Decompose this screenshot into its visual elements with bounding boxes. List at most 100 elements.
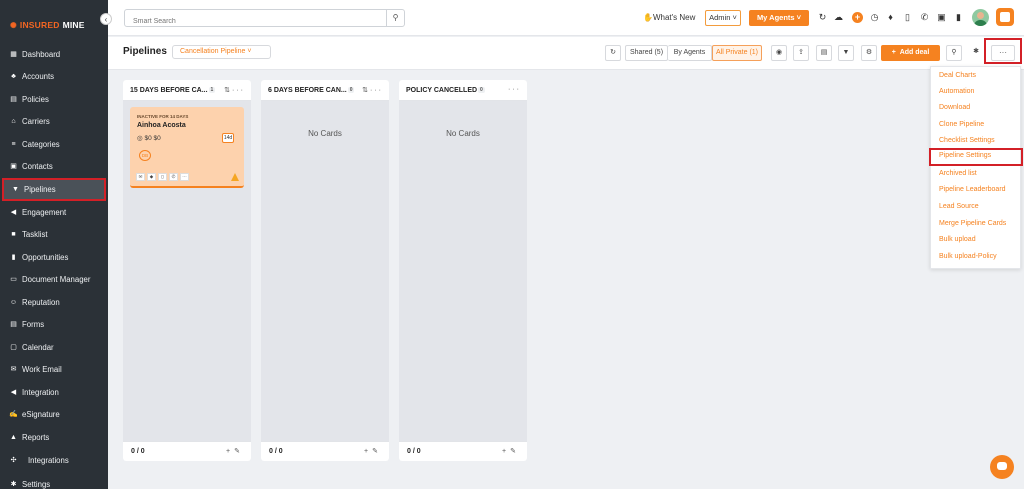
menu-item-clone-pipeline[interactable]: Clone Pipeline [931,117,1022,133]
more-icon[interactable]: ··· [370,87,383,94]
sidebar-item-opportunities[interactable]: ▮ Opportunities [0,247,108,267]
brand-logo[interactable]: ✺ INSURED MINE [10,20,85,30]
sidebar-item-reports[interactable]: ▲ Reports [0,427,108,447]
chip-icon[interactable]: ▣ [936,12,947,23]
sidebar-item-esignature[interactable]: ✍ eSignature [0,404,108,424]
sidebar-item-integration[interactable]: ◀ Integration [0,382,108,402]
column-actions[interactable]: ··· [508,86,521,93]
whats-new-link[interactable]: ✋What's New [643,13,695,22]
chat-icon[interactable] [990,455,1014,479]
my-agents-dropdown[interactable]: My Agents ˅ [749,10,809,26]
empty-column-text: No Cards [308,129,342,138]
search-icon[interactable]: ⚲ [946,45,962,61]
exit-icon[interactable]: ▯ [902,12,913,23]
location-icon[interactable]: ◆ [147,173,156,181]
sidebar-item-engagement[interactable]: ◀ Engagement [0,202,108,222]
sidebar-item-label: Tasklist [22,229,48,239]
menu-item-pipeline-settings[interactable]: Pipeline Settings [929,148,1023,166]
filter-icon[interactable]: ▼ [838,45,854,61]
sidebar-item-label: Forms [22,319,45,329]
edit-icon[interactable]: ✎ [372,448,382,455]
sidebar-item-work-email[interactable]: ✉ Work Email [0,359,108,379]
sidebar-item-carriers[interactable]: ⌂ Carriers [0,111,108,131]
column-title-text: 15 DAYS BEFORE CA... [130,87,208,94]
sidebar-item-reputation[interactable]: ☺ Reputation [0,292,108,312]
view-settings-icon[interactable]: ⚙ [861,45,877,61]
admin-dropdown[interactable]: Admin ˅ [705,10,741,26]
sidebar-item-categories[interactable]: ≡ Categories [0,134,108,154]
menu-item-download[interactable]: Download [931,100,1022,116]
sidebar-item-forms[interactable]: ▤ Forms [0,314,108,334]
sidebar-item-dashboard[interactable]: ▦ Dashboard [0,44,108,64]
sidebar-item-accounts[interactable]: ♣ Accounts [0,66,108,86]
more-icon[interactable]: ··· [508,86,521,93]
search-input[interactable] [125,13,385,30]
sidebar-item-integrations[interactable]: ✣ Integrations [0,450,108,470]
menu-item-pipeline-leaderboard[interactable]: Pipeline Leaderboard [931,182,1022,198]
more-icon[interactable]: ··· [180,173,189,181]
add-icon[interactable]: + [852,12,863,23]
deal-name[interactable]: Ainhoa Acosta [137,122,186,129]
menu-item-automation[interactable]: Automation [931,84,1022,100]
sidebar-item-label: Document Manager [22,274,91,284]
phone-icon[interactable]: ✆ [169,173,178,181]
sidebar-item-label: Dashboard [22,49,61,59]
app-launcher-icon[interactable] [996,8,1014,26]
avatar[interactable] [972,9,989,26]
phone-icon[interactable]: ✆ [919,12,930,23]
edit-icon[interactable]: ✎ [510,448,520,455]
owner-initials[interactable]: DB [139,150,151,161]
contacts-icon: ▣ [10,163,17,170]
sort-icon[interactable]: ⇅ [362,87,370,94]
deal-card[interactable]: INACTIVE FOR 14 DAYS Ainhoa Acosta ◎ $0 … [130,107,244,188]
by-agents-filter[interactable]: By Agents [668,45,712,61]
gear-icon[interactable]: ✱ [968,45,984,61]
sidebar-item-pipelines[interactable]: ▼ Pipelines [2,178,106,201]
trash-icon[interactable]: ▮ [953,12,964,23]
collapse-sidebar-button[interactable]: ‹ [100,13,112,25]
add-card-icon[interactable]: + [226,448,234,455]
sidebar-item-policies[interactable]: ▤ Policies [0,89,108,109]
print-icon[interactable]: ▤ [816,45,832,61]
menu-item-bulk-upload-policy[interactable]: Bulk upload-Policy [931,249,1022,265]
column-actions[interactable]: ⇅··· [224,86,245,94]
pipeline-column: 6 DAYS BEFORE CAN... 0 ⇅··· No Cards 0 / … [261,80,389,461]
note-icon[interactable]: ▯ [158,173,167,181]
sidebar-item-document-manager[interactable]: ▭ Document Manager [0,269,108,289]
sidebar-item-label: Reputation [22,297,60,307]
eye-icon[interactable]: ◉ [771,45,787,61]
edit-icon[interactable]: ✎ [234,448,244,455]
bell-icon[interactable]: ♦ [885,12,896,23]
cloud-icon[interactable]: ☁ [833,12,844,23]
menu-item-bulk-upload[interactable]: Bulk upload [931,232,1022,248]
menu-item-checklist-settings[interactable]: Checklist Settings [931,133,1022,149]
all-private-filter[interactable]: All Private (1) [712,45,762,61]
refresh-icon[interactable]: ↻ [817,12,828,23]
menu-item-deal-charts[interactable]: Deal Charts [931,68,1022,84]
add-card-icon[interactable]: + [502,448,510,455]
more-icon[interactable]: ··· [232,87,245,94]
column-footer-actions: +✎ [502,447,520,455]
whats-new-label: What's New [652,13,696,22]
pipeline-select[interactable]: Cancellation Pipeline ˅ [172,45,271,59]
sidebar-item-tasklist[interactable]: ■ Tasklist [0,224,108,244]
export-icon[interactable]: ⇪ [793,45,809,61]
clock-icon[interactable]: ◷ [869,12,880,23]
sort-icon[interactable]: ⇅ [224,87,232,94]
menu-item-merge-pipeline-cards[interactable]: Merge Pipeline Cards [931,216,1022,232]
integrations-icon: ✣ [10,457,17,464]
sidebar-item-label: Carriers [22,116,50,126]
menu-item-archived-list[interactable]: Archived list [931,166,1022,182]
menu-item-lead-source[interactable]: Lead Source [931,199,1022,215]
message-icon[interactable]: ✉ [136,173,145,181]
column-actions[interactable]: ⇅··· [362,86,383,94]
add-card-icon[interactable]: + [364,448,372,455]
column-count-badge: 0 [478,87,485,94]
add-deal-button[interactable]: + Add deal [881,45,940,61]
sidebar-item-calendar[interactable]: ▢ Calendar [0,337,108,357]
sidebar-item-contacts[interactable]: ▣ Contacts [0,156,108,176]
refresh-button[interactable]: ↻ [605,45,621,61]
shared-filter[interactable]: Shared (5) [625,45,668,61]
search-icon[interactable]: ⚲ [386,10,404,26]
sidebar-item-settings[interactable]: ✱ Settings [0,474,108,489]
